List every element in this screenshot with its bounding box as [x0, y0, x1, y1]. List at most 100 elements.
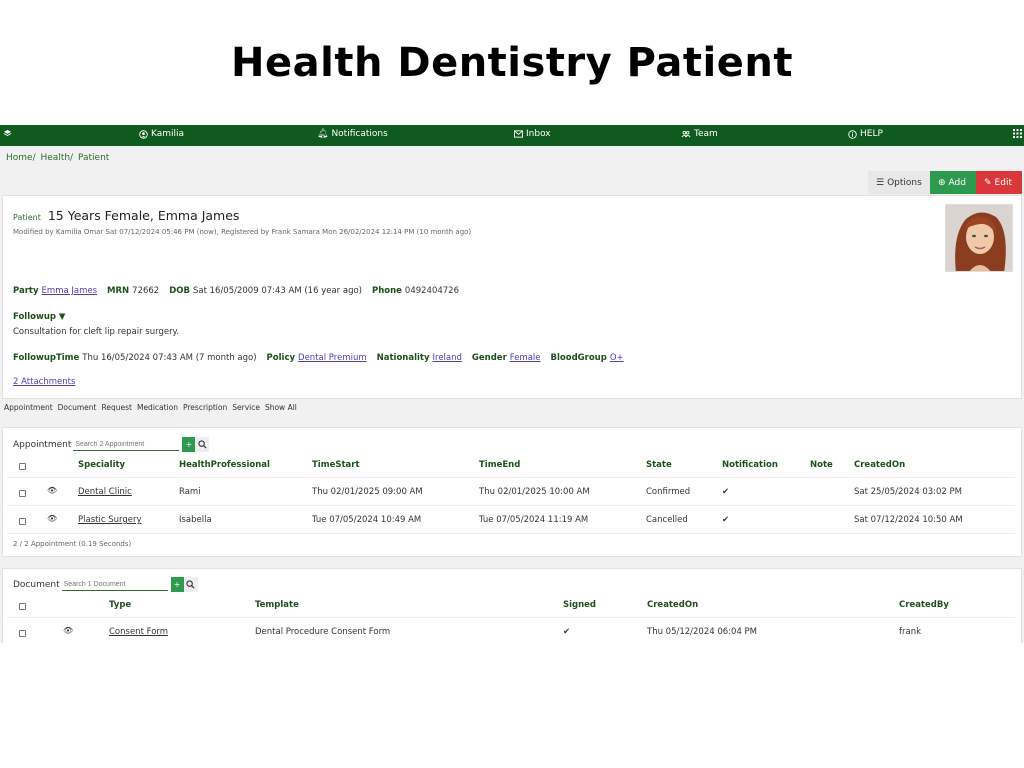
- patient-card: Patient 15 Years Female, Emma James Modi…: [2, 195, 1022, 399]
- professional-cell: Isabella: [179, 515, 212, 525]
- search-icon: [198, 440, 207, 449]
- bloodgroup-link[interactable]: O+: [610, 353, 624, 363]
- breadcrumb-home[interactable]: Home/: [6, 153, 36, 163]
- inbox-link[interactable]: Inbox: [514, 129, 551, 139]
- timeend-cell: Tue 07/05/2024 11:19 AM: [479, 515, 589, 525]
- timestart-cell: Tue 07/05/2024 10:49 AM: [312, 515, 422, 525]
- bell-icon: 🔔︎: [317, 128, 329, 139]
- dob-label: DOB: [169, 286, 190, 296]
- nationality-link[interactable]: Ireland: [433, 353, 462, 363]
- breadcrumb-health[interactable]: Health/: [41, 153, 74, 163]
- tab-service[interactable]: Service: [232, 403, 260, 412]
- speciality-link[interactable]: Dental Clinic: [78, 487, 132, 497]
- col-template[interactable]: Template: [255, 600, 299, 610]
- bloodgroup-label: BloodGroup: [550, 353, 607, 363]
- policy-link[interactable]: Dental Premium: [298, 353, 367, 363]
- createdon-cell: Sat 25/05/2024 03:02 PM: [854, 487, 962, 497]
- attachments-link[interactable]: 2 Attachments: [13, 377, 75, 387]
- gender-link[interactable]: Female: [510, 353, 541, 363]
- appointment-add-button[interactable]: +: [182, 437, 196, 452]
- section-tabs: Appointment Document Request Medication …: [4, 403, 297, 412]
- app-window: Kamilia 🔔︎ Notifications Inbox Team HELP…: [0, 125, 1024, 643]
- timeend-cell: Thu 02/01/2025 10:00 AM: [479, 487, 590, 497]
- tab-document[interactable]: Document: [58, 403, 97, 412]
- col-speciality[interactable]: Speciality: [78, 460, 125, 470]
- document-section: Document + Type Template Signed CreatedO…: [2, 568, 1022, 643]
- grid-icon[interactable]: [1013, 129, 1022, 138]
- notification-check: ✔: [722, 515, 730, 525]
- user-menu[interactable]: Kamilia: [139, 129, 184, 139]
- eye-icon[interactable]: 👁︎: [47, 514, 57, 523]
- tab-medication[interactable]: Medication: [137, 403, 178, 412]
- createdon-cell: Sat 07/12/2024 10:50 AM: [854, 515, 963, 525]
- party-link[interactable]: Emma James: [42, 286, 98, 296]
- breadcrumb-patient[interactable]: Patient: [78, 153, 109, 163]
- col-healthprofessional[interactable]: HealthProfessional: [179, 460, 270, 470]
- inbox-label: Inbox: [526, 129, 551, 139]
- col-createdon[interactable]: CreatedOn: [854, 460, 905, 470]
- patient-info-row-1: Party Emma James MRN 72662 DOB Sat 16/05…: [13, 286, 459, 296]
- document-search-button[interactable]: [183, 577, 198, 592]
- tab-show-all[interactable]: Show All: [265, 403, 297, 412]
- help-link[interactable]: HELP: [848, 129, 883, 139]
- tab-request[interactable]: Request: [102, 403, 132, 412]
- action-toolbar: ☰ Options ⊕ Add ✎ Edit: [868, 171, 1022, 194]
- dob-value: Sat 16/05/2009 07:43 AM (16 year ago): [192, 286, 362, 296]
- user-icon: [139, 129, 148, 139]
- type-link[interactable]: Consent Form: [109, 627, 168, 637]
- appointment-title: Appointment: [13, 439, 72, 450]
- appointment-section: Appointment + Speciality HealthProfessio…: [2, 427, 1022, 557]
- col-type[interactable]: Type: [109, 600, 131, 610]
- followup-toggle[interactable]: Followup ▼: [13, 312, 68, 322]
- top-navbar: Kamilia 🔔︎ Notifications Inbox Team HELP: [0, 125, 1024, 146]
- search-icon: [186, 580, 195, 589]
- add-label: Add: [948, 177, 966, 188]
- add-button[interactable]: ⊕ Add: [930, 171, 976, 194]
- col-timestart[interactable]: TimeStart: [312, 460, 360, 470]
- page-title: Health Dentistry Patient: [231, 40, 793, 86]
- document-add-button[interactable]: +: [170, 577, 184, 592]
- patient-title: Patient 15 Years Female, Emma James: [13, 208, 239, 223]
- team-link[interactable]: Team: [681, 129, 718, 139]
- party-label: Party: [13, 286, 39, 296]
- document-search-input[interactable]: [61, 578, 168, 591]
- col-timeend[interactable]: TimeEnd: [479, 460, 520, 470]
- patient-modified-info: Modified by Kamilia Omar Sat 07/12/2024 …: [13, 228, 472, 236]
- edit-button[interactable]: ✎ Edit: [976, 171, 1022, 194]
- patient-info-row-2: FollowupTime Thu 16/05/2024 07:43 AM (7 …: [13, 353, 624, 363]
- tab-prescription[interactable]: Prescription: [183, 403, 227, 412]
- info-icon: [848, 129, 857, 139]
- speciality-link[interactable]: Plastic Surgery: [78, 515, 141, 525]
- col-notification[interactable]: Notification: [722, 460, 778, 470]
- appointment-search-button[interactable]: [195, 437, 210, 452]
- eye-icon[interactable]: 👁︎: [47, 486, 57, 495]
- mrn-label: MRN: [107, 286, 130, 296]
- phone-value: 0492404726: [404, 286, 460, 296]
- mail-icon: [514, 130, 523, 138]
- col-state[interactable]: State: [646, 460, 672, 470]
- col-createdon[interactable]: CreatedOn: [647, 600, 698, 610]
- select-all-checkbox[interactable]: [19, 603, 26, 610]
- notifications-link[interactable]: 🔔︎ Notifications: [317, 129, 388, 139]
- col-createdby[interactable]: CreatedBy: [899, 600, 949, 610]
- mrn-value: 72662: [132, 286, 160, 296]
- options-button[interactable]: ☰ Options: [868, 171, 930, 194]
- row-checkbox[interactable]: [19, 518, 26, 525]
- col-note[interactable]: Note: [810, 460, 833, 470]
- team-label: Team: [694, 129, 718, 139]
- followuptime-label: FollowupTime: [13, 353, 80, 363]
- list-icon: ☰: [876, 177, 885, 188]
- tab-appointment[interactable]: Appointment: [4, 403, 53, 412]
- team-icon: [681, 130, 691, 138]
- layers-icon[interactable]: [3, 129, 12, 138]
- patient-label: Patient: [13, 213, 41, 222]
- nationality-label: Nationality: [376, 353, 430, 363]
- appointment-footer: 2 / 2 Appointment (0.19 Seconds): [13, 540, 132, 548]
- eye-icon[interactable]: 👁︎: [63, 626, 73, 635]
- user-name: Kamilia: [151, 129, 185, 139]
- select-all-checkbox[interactable]: [19, 463, 26, 470]
- row-checkbox[interactable]: [19, 630, 26, 637]
- appointment-search-input[interactable]: [73, 438, 180, 451]
- row-checkbox[interactable]: [19, 490, 26, 497]
- col-signed[interactable]: Signed: [563, 600, 596, 610]
